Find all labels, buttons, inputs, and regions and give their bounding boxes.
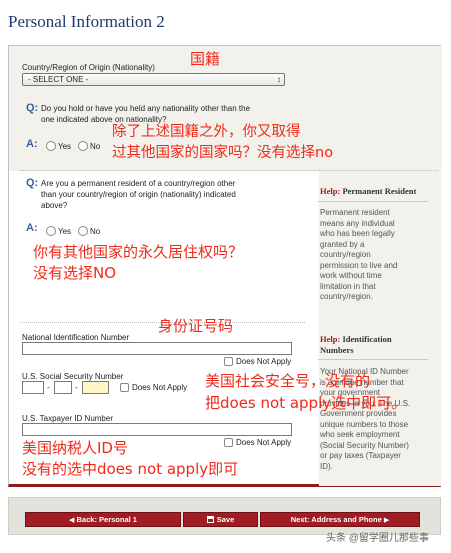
help-identification-title: Help: Identification Numbers [320,334,392,356]
national-id-dna-checkbox[interactable] [224,357,233,366]
chevron-right-icon: ▶ [383,517,390,524]
taxpayer-dna-checkbox[interactable] [224,438,233,447]
back-button-label: Back: Personal 1 [76,515,137,524]
q2-text-line2: than your country/region of origin (nati… [41,190,236,199]
annotation-tax-line1: 美国纳税人ID号 [22,439,128,457]
nationality-label: Country/Region of Origin (Nationality) [22,63,155,72]
q2-text-line3: above? [41,201,68,210]
help-line: or pay taxes (Taxpayer [320,451,401,460]
section-divider [20,170,438,171]
nationality-select[interactable]: - SELECT ONE - ↕ [22,73,285,86]
annotation-ssn-line2: 把does not apply选中即可。 [205,394,407,412]
help-separator [318,201,428,202]
help-identification-heading2: Numbers [320,345,354,355]
back-button[interactable]: ◀ Back: Personal 1 [25,512,181,527]
ssn-dna-checkbox[interactable] [120,383,129,392]
next-button-label: Next: Address and Phone [290,515,382,524]
help-identification-heading1: Identification [342,334,392,344]
watermark: 头条 @留学圈儿那些事 [326,533,429,544]
chevron-left-icon: ◀ [69,517,75,524]
floppy-disk-icon [206,516,214,523]
q2-answer-marker: A: [26,222,38,234]
annotation-q2-line2: 没有选择NO [33,264,117,282]
help-line: granted by a [320,239,365,249]
q2-yes-label: Yes [58,227,72,236]
annotation-ssn-line1: 美国社会安全号，没有的 [205,372,371,390]
page-title: Personal Information 2 [8,12,165,31]
select-arrows-icon: ↕ [277,75,281,84]
q2-marker: Q: [26,177,39,189]
annotation-nationality: 国籍 [190,50,221,68]
help-separator [318,359,428,360]
annotation-q2-line1: 你有其他国家的永久居住权吗？ [33,243,244,261]
help-prefix: Help: [320,334,341,344]
q2-no-radio[interactable] [78,226,88,236]
q1-no-radio[interactable] [78,141,88,151]
help-permanent-text: Permanent resident means any individual … [320,208,397,303]
help-permanent-heading: Permanent Resident [342,186,417,196]
nationality-select-value: - SELECT ONE - [28,75,89,84]
help-line: Permanent resident [320,208,390,217]
help-line: who seek employment [320,430,400,439]
taxpayer-id-input[interactable] [22,423,292,436]
national-id-dna-label: Does Not Apply [236,357,292,366]
ssn-dna-label: Does Not Apply [132,383,188,392]
help-line: means any individual [320,218,395,228]
q1-answer-marker: A: [26,138,38,150]
help-line: who has been legally [320,229,395,238]
help-line: ID). [320,461,333,471]
next-button[interactable]: Next: Address and Phone ▶ [260,512,420,527]
q1-yes-label: Yes [58,142,72,151]
annotation-id-number: 身份证号码 [158,317,234,335]
save-button-label: Save [216,515,235,524]
annotation-q1-line1: 除了上述国籍之外，你又取得 [112,124,301,140]
ssn-part3-input[interactable] [82,381,109,394]
help-line: limitation in that [320,281,376,291]
help-prefix: Help: [320,186,341,196]
annotation-q1-line2: 过其他国家的国家吗？没有选择no [112,145,334,161]
q1-no-label: No [90,142,101,151]
q2-text-line1: Are you a permanent resident of a countr… [41,179,236,188]
help-line: permission to live and [320,260,398,270]
help-line: work without time [320,271,382,280]
help-line: country/region. [320,292,373,301]
ssn-part1-input[interactable] [22,381,44,394]
q1-text-line1: Do you hold or have you held any nationa… [41,104,251,113]
help-permanent-title: Help: Permanent Resident [320,186,416,197]
taxpayer-dna-label: Does Not Apply [236,438,292,447]
national-id-input[interactable] [22,342,292,355]
help-line: country/region [320,250,371,259]
q2-no-label: No [90,227,101,236]
ssn-separator: - [47,383,50,392]
help-line: (Social Security Number) [320,440,409,450]
save-button[interactable]: Save [183,512,258,527]
annotation-tax-line2: 没有的选中does not apply即可 [22,460,239,478]
ssn-part2-input[interactable] [54,381,72,394]
q1-marker: Q: [26,102,39,114]
q1-yes-radio[interactable] [46,141,56,151]
q2-yes-radio[interactable] [46,226,56,236]
ssn-separator: - [75,383,78,392]
help-line: unique numbers to those [320,419,409,429]
